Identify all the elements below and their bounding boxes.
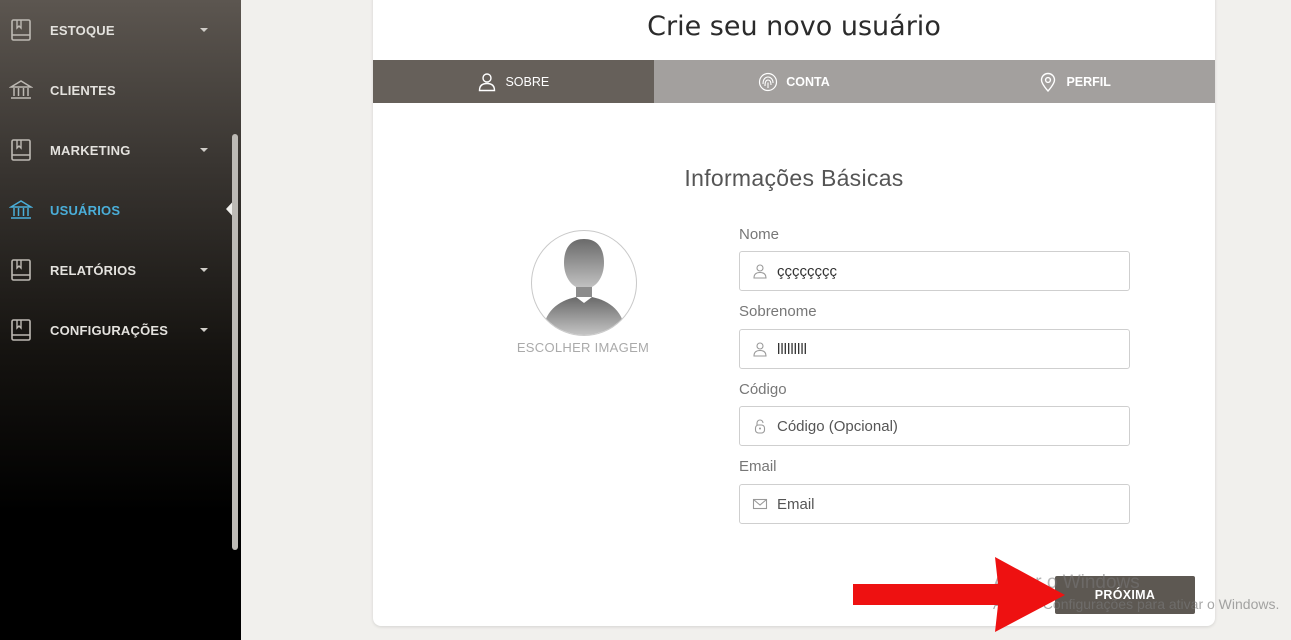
fingerprint-icon <box>759 72 778 91</box>
annotation-arrow-icon <box>853 557 1065 632</box>
tab-label: CONTA <box>786 74 830 89</box>
email-label: Email <box>739 458 777 475</box>
sidebar-item-marketing[interactable]: MARKETING <box>0 120 241 180</box>
map-pin-icon <box>1041 72 1056 92</box>
bank-icon <box>9 200 33 219</box>
sidebar-item-label: CONFIGURAÇÕES <box>50 322 169 338</box>
avatar-placeholder-icon <box>542 239 626 335</box>
nome-field <box>739 251 1130 291</box>
sidebar-item-usuarios[interactable]: USUÁRIOS <box>0 180 241 240</box>
chevron-down-icon <box>200 268 208 272</box>
nome-label: Nome <box>739 226 780 243</box>
book-icon <box>11 139 31 161</box>
sidebar-item-label: ESTOQUE <box>50 22 115 38</box>
codigo-label: Código <box>739 381 787 398</box>
tab-conta[interactable]: CONTA <box>653 60 935 103</box>
sidebar-item-relatorios[interactable]: RELATÓRIOS <box>0 240 241 300</box>
book-icon <box>11 19 31 41</box>
section-title: Informações Básicas <box>684 165 904 191</box>
page-title: Crie seu novo usuário <box>647 11 941 42</box>
user-icon <box>753 342 767 357</box>
email-input[interactable] <box>777 485 1117 523</box>
envelope-icon <box>752 498 768 510</box>
choose-image-link[interactable]: ESCOLHER IMAGEM <box>483 340 683 355</box>
tab-perfil[interactable]: PERFIL <box>934 60 1216 103</box>
sobrenome-input[interactable] <box>777 330 1117 368</box>
wizard-tabs: SOBRE CONTA PERFIL <box>373 60 1216 103</box>
sidebar-item-label: USUÁRIOS <box>50 202 121 218</box>
bank-icon <box>9 80 33 99</box>
sidebar: ESTOQUE CLIENTES MARKETING USUÁRIOS RELA… <box>0 0 241 640</box>
tab-sobre[interactable]: SOBRE <box>373 60 654 103</box>
codigo-input[interactable] <box>777 407 1117 445</box>
chevron-down-icon <box>200 148 208 152</box>
sidebar-item-configuracoes[interactable]: CONFIGURAÇÕES <box>0 300 241 360</box>
avatar-picker[interactable] <box>531 230 637 336</box>
sidebar-item-clientes[interactable]: CLIENTES <box>0 60 241 120</box>
sidebar-item-label: RELATÓRIOS <box>50 262 137 278</box>
create-user-card: Crie seu novo usuário SOBRE CONTA PERFIL… <box>373 0 1216 626</box>
chevron-down-icon <box>200 328 208 332</box>
book-icon <box>11 319 31 341</box>
sobrenome-field <box>739 329 1130 369</box>
sidebar-scrollbar[interactable] <box>232 134 238 550</box>
user-icon <box>479 72 496 91</box>
sidebar-item-estoque[interactable]: ESTOQUE <box>0 0 241 60</box>
lock-icon <box>754 419 766 434</box>
sidebar-item-label: MARKETING <box>50 142 131 158</box>
email-field <box>739 484 1130 524</box>
nome-input[interactable] <box>777 252 1117 290</box>
book-icon <box>11 259 31 281</box>
sidebar-item-label: CLIENTES <box>50 82 116 98</box>
sobrenome-label: Sobrenome <box>739 303 817 320</box>
user-icon <box>753 264 767 279</box>
tab-label: PERFIL <box>1066 74 1111 89</box>
codigo-field <box>739 406 1130 446</box>
chevron-down-icon <box>200 28 208 32</box>
tab-label: SOBRE <box>505 74 550 89</box>
